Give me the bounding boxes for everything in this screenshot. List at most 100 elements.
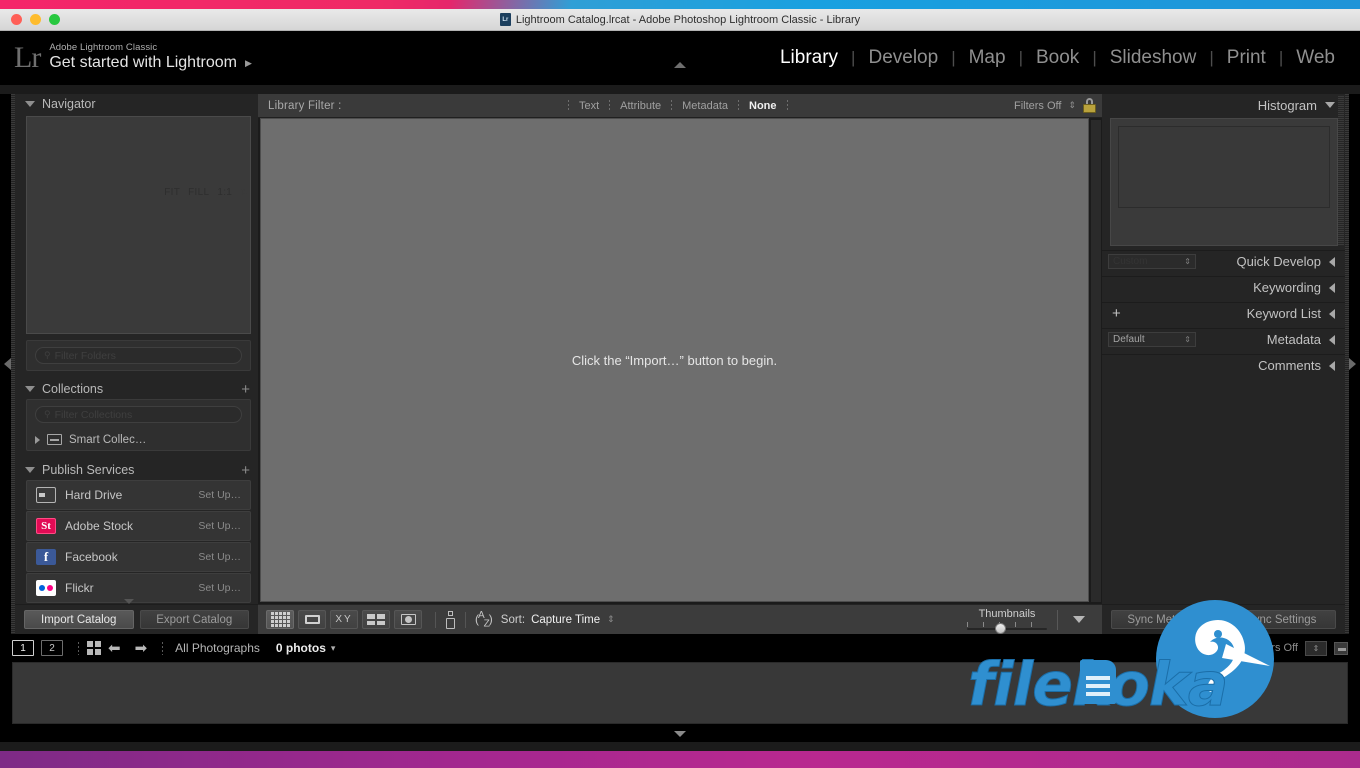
left-panel: Navigator FIT FILL 1:1 ⇅ ⚲ Filter Folder…	[15, 94, 258, 634]
left-panel-collapse-strip[interactable]	[0, 94, 15, 634]
thumbnails-slider-group[interactable]: Thumbnails	[967, 608, 1047, 634]
right-panel-scrollbar[interactable]	[1338, 96, 1344, 246]
chevron-left-icon[interactable]	[4, 358, 11, 370]
zoom-fit[interactable]: FIT	[164, 187, 180, 198]
filter-tab-metadata[interactable]: Metadata	[672, 100, 738, 112]
import-catalog-button[interactable]: Import Catalog	[24, 610, 134, 629]
chevron-left-icon[interactable]	[1329, 256, 1335, 267]
chevron-left-icon[interactable]	[1329, 308, 1335, 319]
screen-two-button[interactable]: 2	[41, 640, 63, 656]
filter-tab-attribute[interactable]: Attribute	[610, 100, 671, 112]
publish-service-setup-link[interactable]: Set Up…	[198, 489, 241, 501]
chevron-right-icon[interactable]	[35, 435, 40, 444]
spray-can-icon[interactable]	[445, 610, 456, 629]
filter-collections-input[interactable]: ⚲ Filter Collections	[35, 406, 242, 423]
histogram-header[interactable]: Histogram	[1102, 94, 1345, 116]
publish-service-adobe-stock[interactable]: St Adobe Stock Set Up…	[26, 511, 251, 541]
publish-service-setup-link[interactable]: Set Up…	[198, 582, 241, 594]
quick-develop-preset-select[interactable]: Custom ⇕	[1108, 254, 1196, 269]
filter-tab-text[interactable]: Text	[569, 100, 609, 112]
publish-service-hard-drive[interactable]: Hard Drive Set Up…	[26, 480, 251, 510]
survey-view-icon[interactable]	[362, 610, 390, 629]
compare-view-icon[interactable]: XY	[330, 610, 358, 629]
chevron-down-icon[interactable]	[1325, 102, 1335, 108]
export-catalog-button[interactable]: Export Catalog	[139, 610, 249, 629]
slider-knob[interactable]	[995, 622, 1006, 634]
zoom-one-to-one[interactable]: 1:1	[217, 187, 232, 198]
sync-settings-button[interactable]: Sync Settings	[1226, 610, 1336, 629]
lock-icon[interactable]	[1083, 98, 1096, 113]
identity-plate[interactable]: Adobe Lightroom Classic Get started with…	[49, 42, 252, 72]
right-panel-collapse-strip[interactable]	[1345, 94, 1360, 634]
grid-icon[interactable]	[87, 641, 101, 655]
filmstrip-source-label[interactable]: All Photographs	[175, 641, 260, 655]
collections-header[interactable]: Collections +	[15, 379, 258, 399]
publish-service-setup-link[interactable]: Set Up…	[198, 520, 241, 532]
module-library[interactable]: Library	[767, 47, 851, 69]
publish-service-name: Adobe Stock	[65, 519, 134, 533]
module-book[interactable]: Book	[1023, 47, 1092, 69]
chevron-left-icon[interactable]	[1329, 282, 1335, 293]
module-web[interactable]: Web	[1283, 47, 1348, 69]
filter-folders-input[interactable]: ⚲ Filter Folders	[35, 347, 242, 364]
chevron-right-icon[interactable]	[1349, 358, 1356, 370]
thumbnails-slider[interactable]	[967, 621, 1047, 634]
chevron-left-icon[interactable]	[1329, 334, 1335, 345]
chevron-down-icon[interactable]: ▾	[331, 643, 336, 654]
top-panel-toggle-icon[interactable]	[674, 62, 686, 68]
window-title: Lr Lightroom Catalog.lrcat - Adobe Photo…	[0, 13, 1360, 26]
section-keywording[interactable]: Keywording	[1102, 276, 1345, 298]
facebook-icon: f	[36, 549, 56, 565]
loupe-view-icon[interactable]	[298, 610, 326, 629]
toolbar-options-button[interactable]	[1068, 611, 1090, 629]
publish-service-flickr[interactable]: Flickr Set Up…	[26, 573, 251, 603]
chevron-down-icon[interactable]	[25, 467, 35, 473]
section-keyword-list[interactable]: + Keyword List	[1102, 302, 1345, 324]
navigator-preview[interactable]	[26, 116, 251, 334]
collection-row-smart-collections[interactable]: Smart Collec…	[27, 429, 250, 450]
chevron-down-icon[interactable]	[25, 101, 35, 107]
section-quick-develop[interactable]: Custom ⇕ Quick Develop	[1102, 250, 1345, 272]
grid-view-icon[interactable]	[266, 610, 294, 629]
filmstrip-filter-value[interactable]: Filters Off	[1251, 642, 1298, 654]
sync-metadata-button[interactable]: Sync Metadata	[1111, 610, 1221, 629]
zoom-stepper-icon[interactable]: ⇅	[240, 187, 248, 198]
zoom-fill[interactable]: FILL	[188, 187, 209, 198]
filmstrip-thumbnail-tray[interactable]	[12, 662, 1348, 724]
filter-preset-stepper-icon[interactable]: ⇕	[1305, 640, 1327, 656]
main-body: Navigator FIT FILL 1:1 ⇅ ⚲ Filter Folder…	[0, 94, 1360, 634]
module-map[interactable]: Map	[956, 47, 1019, 69]
content-scrollbar[interactable]	[1091, 120, 1101, 602]
chevron-down-icon[interactable]	[25, 386, 35, 392]
histogram-panel[interactable]	[1110, 118, 1338, 246]
module-print[interactable]: Print	[1214, 47, 1279, 69]
add-collection-button[interactable]: +	[241, 382, 250, 397]
publish-service-setup-link[interactable]: Set Up…	[198, 551, 241, 563]
sort-value[interactable]: Capture Time	[531, 614, 600, 626]
play-arrow-icon[interactable]: ▶	[245, 58, 252, 68]
publish-services-header[interactable]: Publish Services +	[15, 460, 258, 480]
publish-service-facebook[interactable]: f Facebook Set Up…	[26, 542, 251, 572]
chevron-left-icon[interactable]	[1329, 360, 1335, 371]
chevron-down-icon[interactable]	[674, 731, 686, 737]
filmstrip-collapse-strip[interactable]	[0, 726, 1360, 742]
screen-one-button[interactable]: 1	[12, 640, 34, 656]
navigator-header[interactable]: Navigator	[15, 94, 258, 114]
sort-stepper-icon[interactable]: ⇕	[607, 615, 615, 624]
filter-preset-stepper-icon[interactable]: ⇕	[1068, 101, 1076, 110]
section-comments[interactable]: Comments	[1102, 354, 1345, 376]
filters-off-label[interactable]: Filters Off	[1014, 100, 1061, 112]
filmstrip-filter-toggle-icon[interactable]	[1334, 641, 1348, 655]
section-metadata[interactable]: Default ⇕ Metadata	[1102, 328, 1345, 350]
filter-tab-none[interactable]: None	[739, 100, 787, 112]
az-sort-icon[interactable]: (AZ)	[475, 610, 493, 629]
add-publish-service-button[interactable]: +	[241, 463, 250, 478]
arrow-left-icon[interactable]: ⬅	[108, 641, 121, 656]
arrow-right-icon[interactable]: ➡	[135, 641, 148, 656]
metadata-preset-select[interactable]: Default ⇕	[1108, 332, 1196, 347]
module-develop[interactable]: Develop	[855, 47, 951, 69]
add-keyword-button[interactable]: +	[1108, 306, 1121, 321]
content-viewport[interactable]: Click the “Import…” button to begin.	[260, 118, 1089, 602]
module-slideshow[interactable]: Slideshow	[1097, 47, 1210, 69]
people-view-icon[interactable]	[394, 610, 422, 629]
